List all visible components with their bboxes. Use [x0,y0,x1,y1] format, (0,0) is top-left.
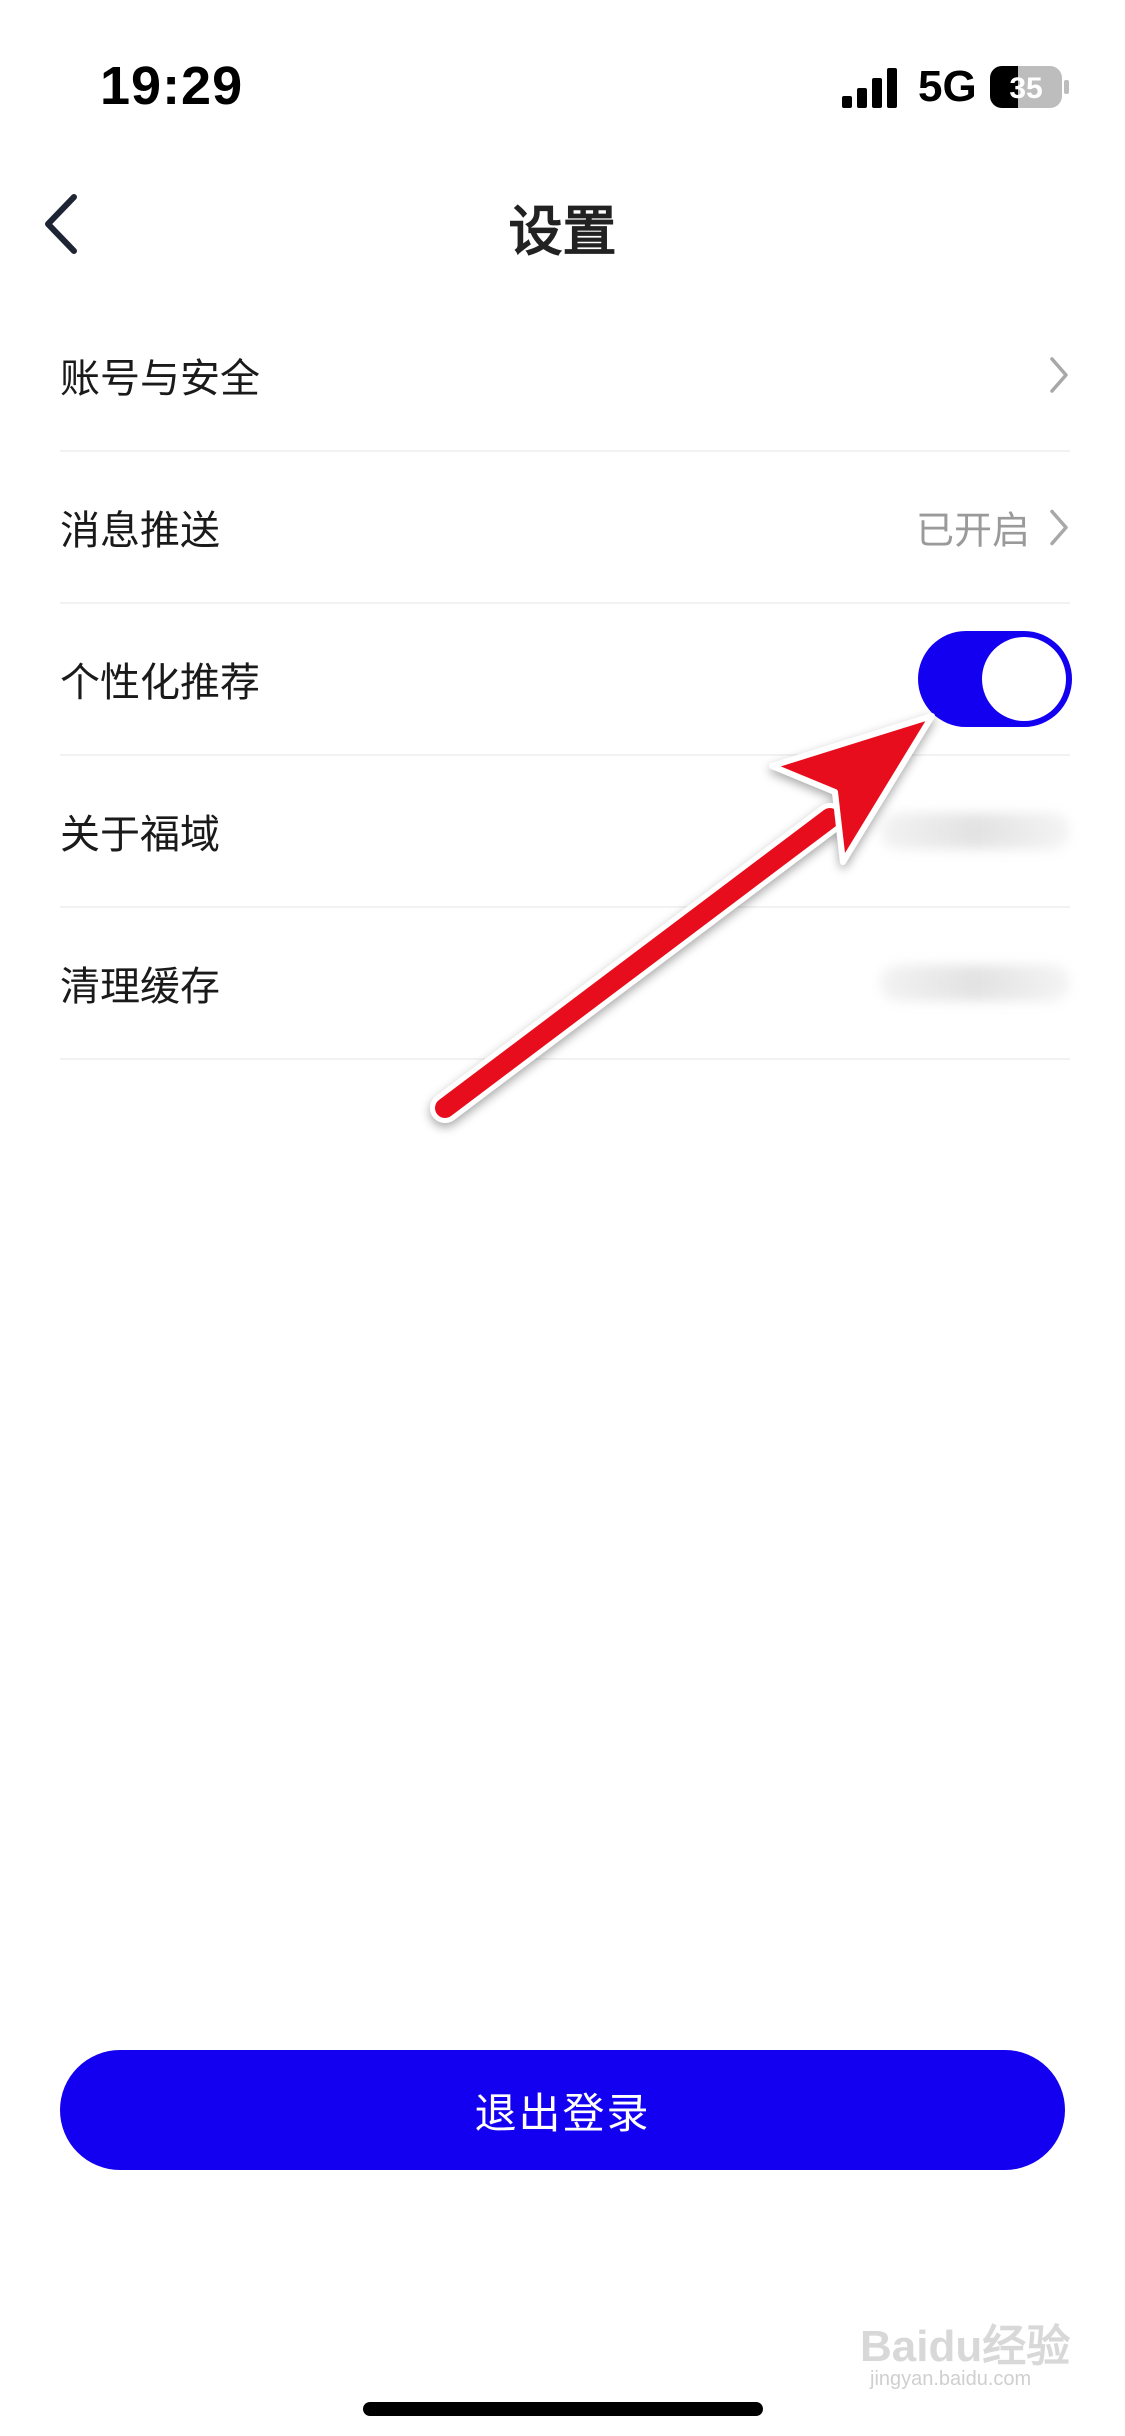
status-time: 19:29 [100,56,244,116]
logout-button[interactable]: 退出登录 [60,2050,1065,2170]
push-status-value: 已开启 [915,508,1030,553]
chevron-right-icon [1050,357,1068,393]
settings-row-about[interactable]: 关于福域 [60,756,1070,908]
network-type: 5G [918,62,977,111]
chevron-right-icon [1050,509,1068,545]
status-bar: 19:29 5G 35 [0,0,1125,175]
settings-list: 账号与安全 消息推送 已开启 个性化推荐 关于福域 清理缓存 [60,300,1072,1060]
page-title: 设置 [508,200,617,263]
watermark-url: jingyan.baidu.com [870,2368,1032,2390]
cellular-signal-icon [842,68,897,108]
home-indicator[interactable] [363,2402,763,2416]
battery-level: 35 [1009,72,1042,105]
row-accessory [880,813,1070,849]
settings-row-label: 消息推送 [60,508,220,554]
settings-row-personalized-recommendation: 个性化推荐 [60,604,1072,756]
settings-row-account-security[interactable]: 账号与安全 [60,300,1070,452]
settings-row-push-notifications[interactable]: 消息推送 已开启 [60,452,1070,604]
baidu-watermark: Baidu经验 jingyan.baidu.com [860,2310,1075,2400]
row-accessory [1048,355,1070,395]
settings-row-clear-cache[interactable]: 清理缓存 [60,908,1070,1060]
watermark-text: Baidu经验 [860,2322,1071,2371]
settings-row-label: 账号与安全 [60,356,260,402]
personalized-recommendation-toggle[interactable] [918,631,1072,727]
toggle-knob [982,637,1066,721]
row-accessory: 已开启 [916,500,1070,555]
battery-icon: 35 [990,66,1069,108]
row-accessory [918,631,1072,727]
settings-row-label: 个性化推荐 [60,660,260,706]
settings-row-label: 关于福域 [60,812,220,858]
navigation-bar: 设置 [0,175,1125,310]
row-accessory [880,965,1070,1001]
blurred-value [880,813,1070,849]
blurred-value [880,965,1070,1001]
settings-row-label: 清理缓存 [60,964,220,1010]
